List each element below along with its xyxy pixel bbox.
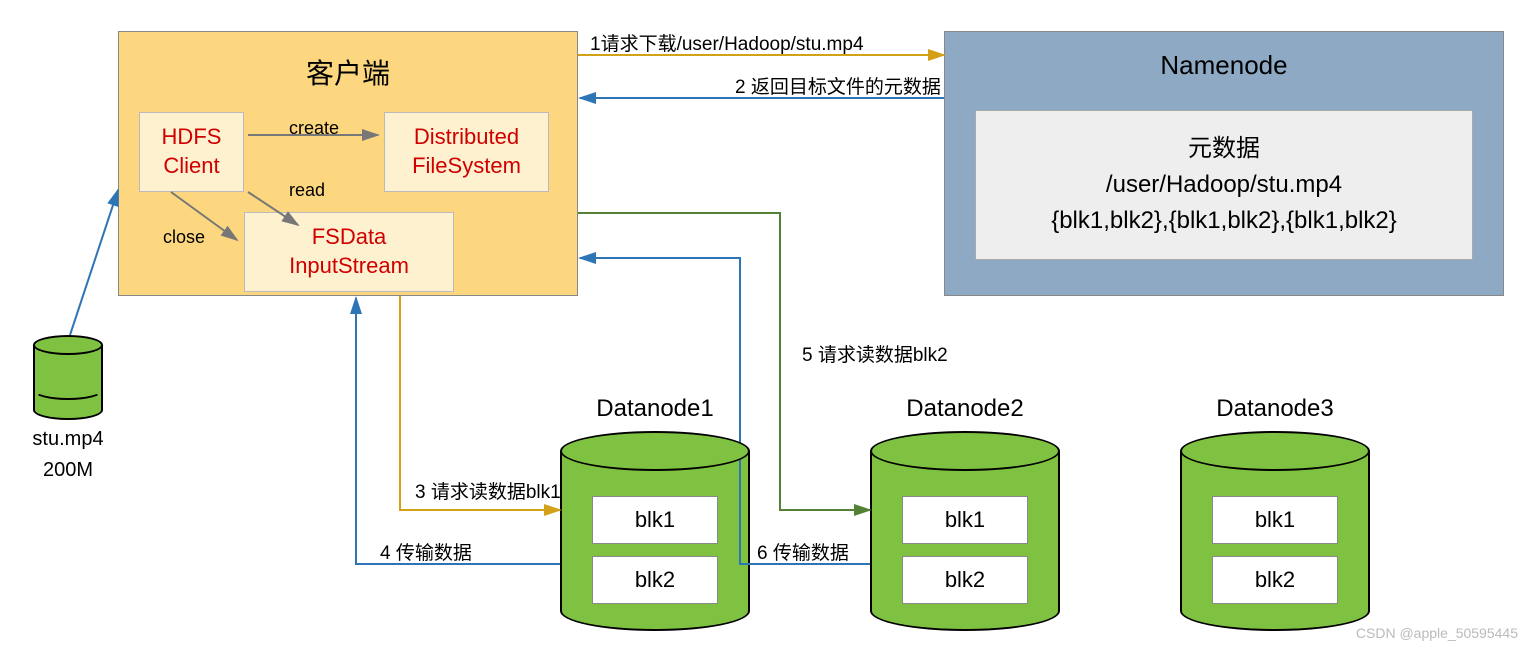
create-label: create [289, 118, 339, 139]
datanode2: Datanode2 blk1 blk2 [870, 395, 1060, 631]
hdfs-client-box: HDFS Client [139, 112, 244, 192]
datanode1-cylinder-icon: blk1 blk2 [560, 431, 750, 631]
datanode1-title: Datanode1 [560, 395, 750, 423]
metadata-box: 元数据 /user/Hadoop/stu.mp4 {blk1,blk2},{bl… [975, 110, 1473, 260]
hdfs-client-label: HDFS Client [162, 123, 222, 180]
datanode2-title: Datanode2 [870, 395, 1060, 423]
datanode2-blk1: blk1 [902, 496, 1028, 544]
datanode3-cylinder-icon: blk1 blk2 [1180, 431, 1370, 631]
distributed-fs-label: Distributed FileSystem [412, 123, 521, 180]
datanode3-title: Datanode3 [1180, 395, 1370, 423]
datanode3-blk2: blk2 [1212, 556, 1338, 604]
file-size: 200M [28, 459, 108, 482]
datanode3-blk1: blk1 [1212, 496, 1338, 544]
step4-label: 4 传输数据 [380, 538, 472, 565]
datanode2-cylinder-icon: blk1 blk2 [870, 431, 1060, 631]
metadata-title: 元数据 [1188, 131, 1260, 167]
datanode2-blk2: blk2 [902, 556, 1028, 604]
fsdata-label: FSData InputStream [289, 223, 409, 280]
step3-label: 3 请求读数据blk1 [415, 477, 561, 504]
step6-label: 6 传输数据 [757, 538, 849, 565]
metadata-blocks: {blk1,blk2},{blk1,blk2},{blk1,blk2} [1051, 203, 1397, 239]
namenode-container: Namenode 元数据 /user/Hadoop/stu.mp4 {blk1,… [944, 31, 1504, 296]
source-file: stu.mp4 200M [28, 335, 108, 482]
client-title: 客户端 [119, 52, 577, 92]
step1-label: 1请求下载/user/Hadoop/stu.mp4 [590, 29, 864, 56]
step5-label: 5 请求读数据blk2 [802, 340, 948, 367]
database-icon [33, 335, 103, 420]
datanode1-blk2: blk2 [592, 556, 718, 604]
client-container: 客户端 HDFS Client Distributed FileSystem F… [118, 31, 578, 296]
fsdata-inputstream-box: FSData InputStream [244, 212, 454, 292]
step2-label: 2 返回目标文件的元数据 [735, 72, 941, 99]
datanode1-blk1: blk1 [592, 496, 718, 544]
file-name: stu.mp4 [28, 428, 108, 451]
datanode1: Datanode1 blk1 blk2 [560, 395, 750, 631]
distributed-fs-box: Distributed FileSystem [384, 112, 549, 192]
datanode3: Datanode3 blk1 blk2 [1180, 395, 1370, 631]
metadata-path: /user/Hadoop/stu.mp4 [1106, 167, 1342, 203]
watermark: CSDN @apple_50595445 [1356, 625, 1518, 641]
close-label: close [163, 227, 205, 248]
read-label: read [289, 180, 325, 201]
namenode-title: Namenode [945, 50, 1503, 81]
